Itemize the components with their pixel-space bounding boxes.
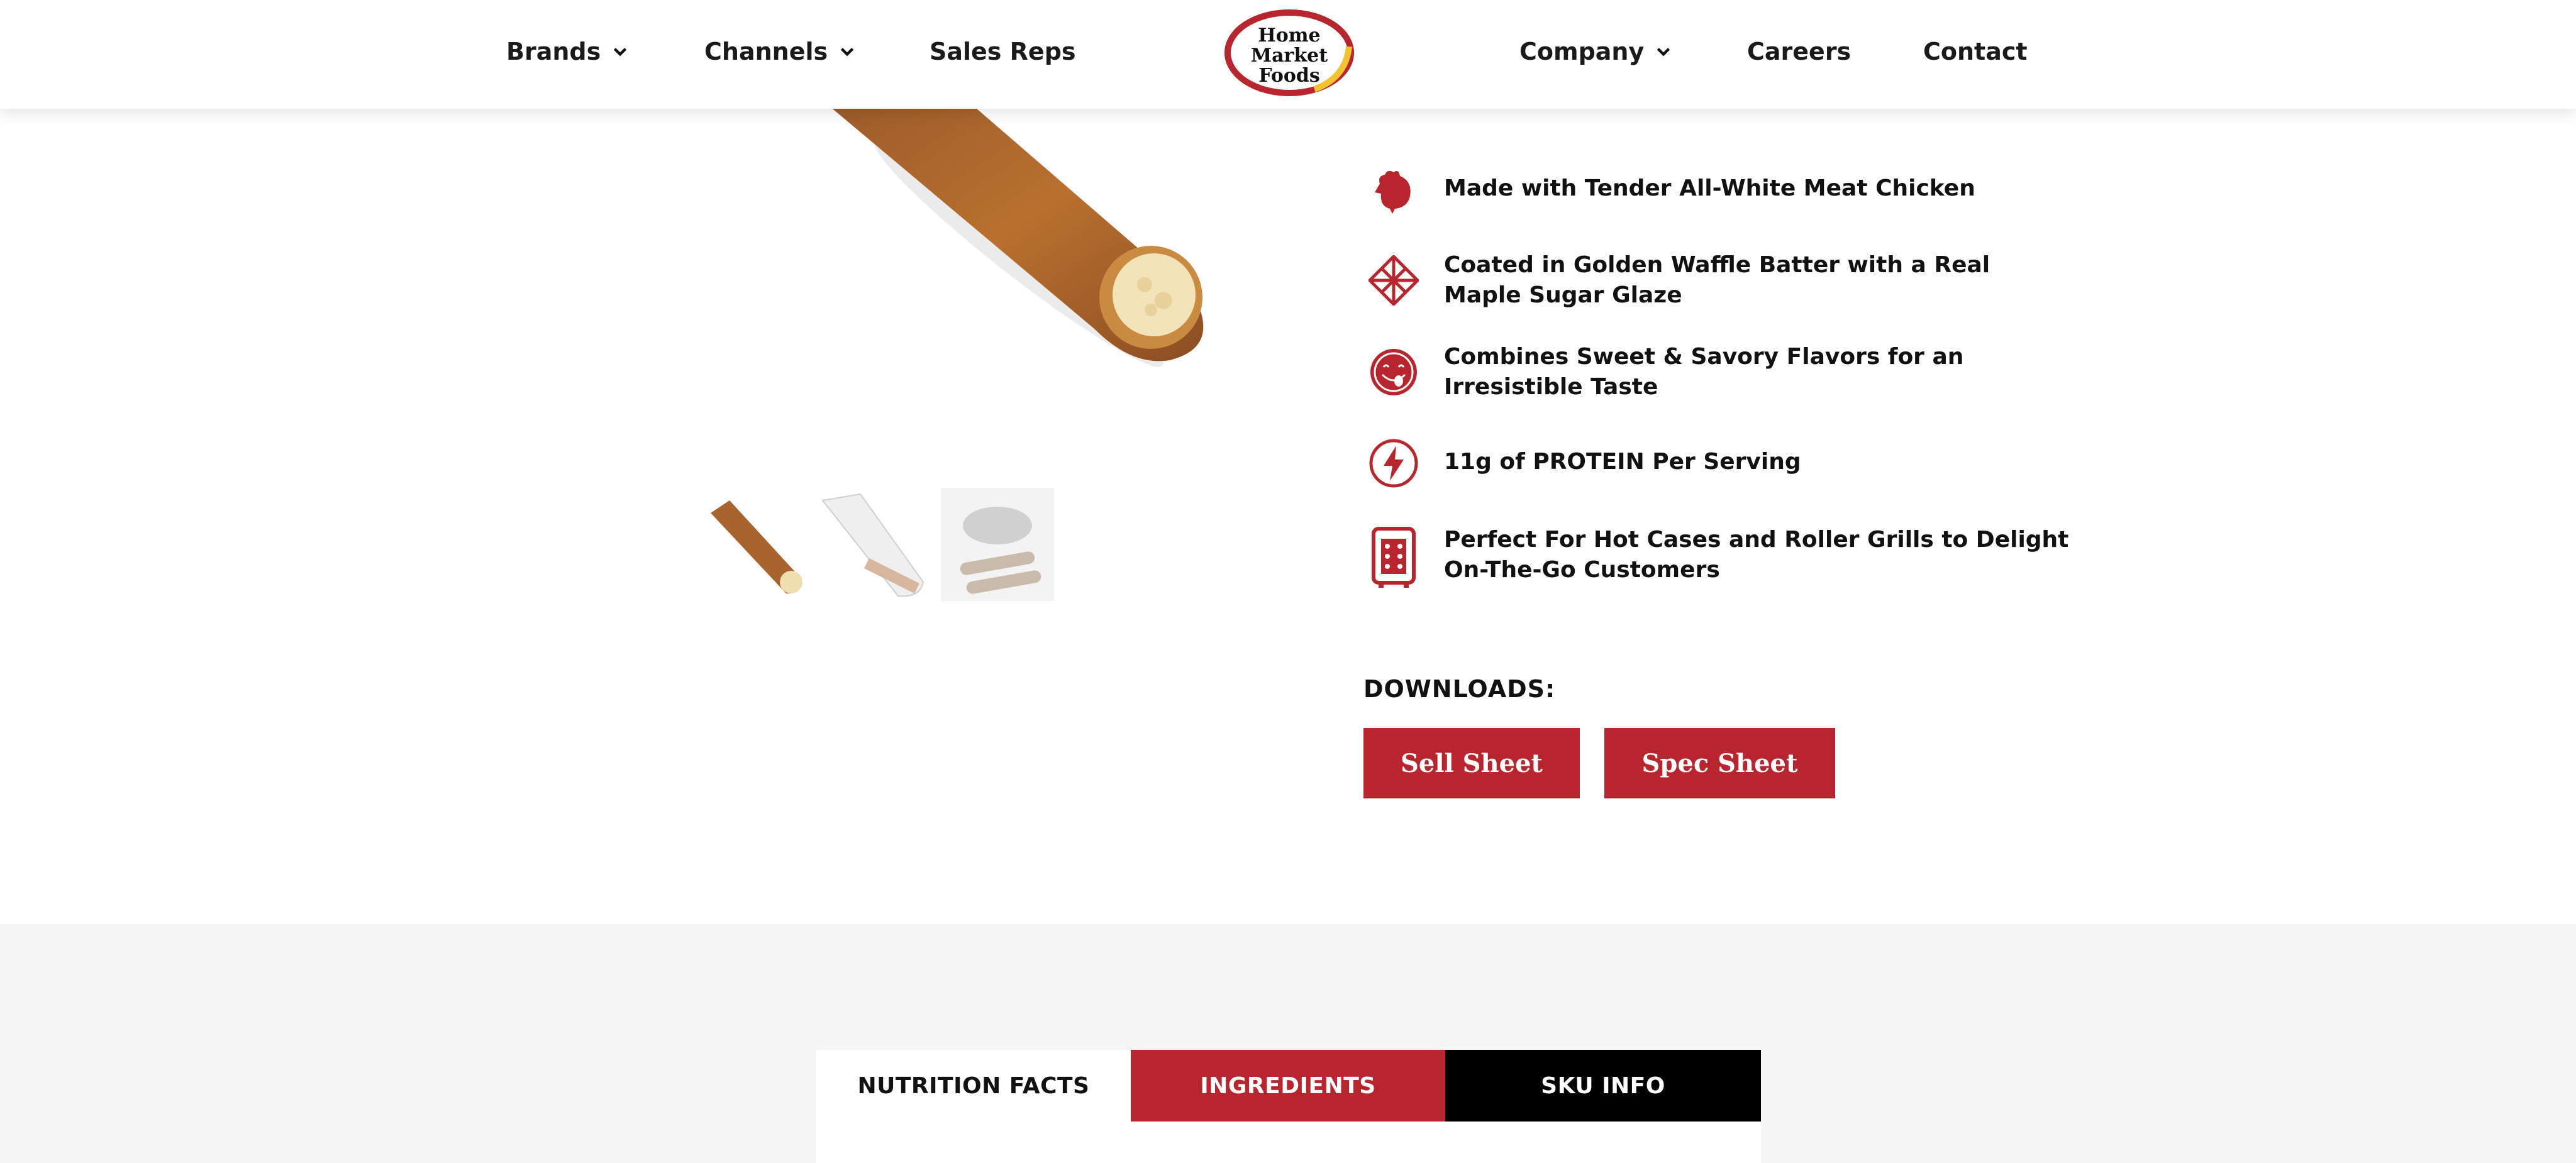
nav-company[interactable]: Company bbox=[1519, 38, 1672, 65]
nav-company-label: Company bbox=[1519, 38, 1645, 65]
lightning-icon bbox=[1369, 439, 1418, 488]
tab-ingredients[interactable]: INGREDIENTS bbox=[1131, 1050, 1445, 1122]
chicken-icon bbox=[1375, 170, 1411, 214]
feature-text: Perfect For Hot Cases and Roller Grills … bbox=[1444, 527, 2069, 583]
tab-sku-info[interactable]: SKU INFO bbox=[1445, 1050, 1761, 1122]
nav-sales-reps[interactable]: Sales Reps bbox=[930, 38, 1076, 65]
nav-channels[interactable]: Channels bbox=[704, 38, 855, 65]
logo-line3: Foods bbox=[1258, 65, 1320, 87]
nav-sales-reps-label: Sales Reps bbox=[930, 38, 1076, 65]
nav-careers[interactable]: Careers bbox=[1747, 38, 1851, 65]
chevron-down-icon bbox=[840, 48, 854, 57]
product-thumbnail-2[interactable] bbox=[816, 488, 930, 601]
logo-line2: Market bbox=[1251, 45, 1328, 67]
smiley-tongue-icon bbox=[1370, 349, 1417, 395]
roller-grill-icon bbox=[1372, 527, 1416, 588]
feature-text: Combines Sweet & Savory Flavors for an I… bbox=[1444, 344, 1964, 400]
chevron-down-icon bbox=[1657, 48, 1670, 57]
product-thumbnail-3[interactable] bbox=[941, 488, 1054, 601]
home-market-foods-logo[interactable]: Home Market Foods bbox=[1220, 9, 1358, 101]
downloads-title: DOWNLOADS: bbox=[1363, 675, 1556, 703]
product-thumbnail-1[interactable] bbox=[698, 488, 811, 601]
spec-sheet-button[interactable]: Spec Sheet bbox=[1604, 728, 1835, 798]
nav-brands-label: Brands bbox=[506, 38, 601, 65]
nav-contact-label: Contact bbox=[1923, 38, 2028, 65]
nav-contact[interactable]: Contact bbox=[1923, 38, 2028, 65]
product-main-image bbox=[832, 109, 1204, 367]
feature-text: Coated in Golden Waffle Batter with a Re… bbox=[1444, 252, 1990, 308]
feature-text: 11g of PROTEIN Per Serving bbox=[1444, 449, 1801, 475]
nav-channels-label: Channels bbox=[704, 38, 828, 65]
logo-line1: Home bbox=[1258, 25, 1320, 47]
sell-sheet-button[interactable]: Sell Sheet bbox=[1363, 728, 1580, 798]
feature-text: Made with Tender All-White Meat Chicken bbox=[1444, 175, 1975, 201]
nav-brands[interactable]: Brands bbox=[506, 38, 628, 65]
waffle-icon bbox=[1368, 255, 1419, 306]
details-tabs: NUTRITION FACTS INGREDIENTS SKU INFO bbox=[816, 1050, 1761, 1163]
tab-nutrition-facts[interactable]: NUTRITION FACTS bbox=[816, 1050, 1131, 1122]
nav-careers-label: Careers bbox=[1747, 38, 1852, 65]
chevron-down-icon bbox=[614, 48, 627, 57]
site-header: Brands Channels Sales Reps Home Market F… bbox=[0, 0, 2576, 109]
